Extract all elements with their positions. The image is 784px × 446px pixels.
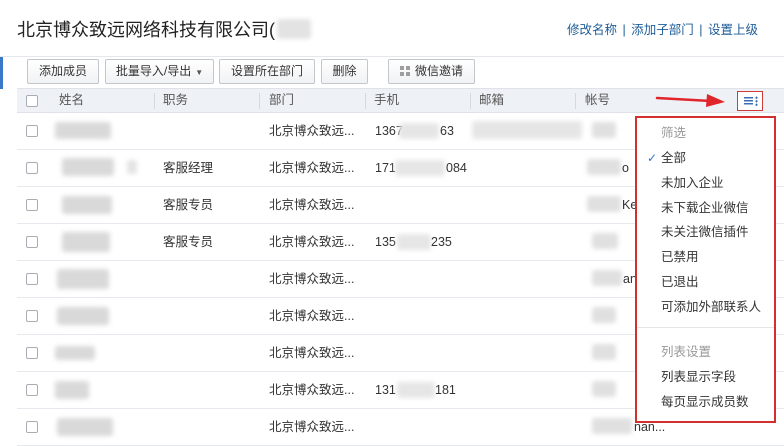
set-department-label: 设置所在部门 — [230, 64, 303, 78]
row-checkbox[interactable] — [26, 125, 38, 137]
cell-phone-suffix: 181 — [435, 383, 456, 397]
cell-department: 北京博众致远... — [269, 383, 355, 397]
list-display-fields[interactable]: 列表显示字段 — [661, 368, 736, 386]
batch-import-export-label: 批量导入/导出 — [115, 64, 192, 78]
redacted-account — [592, 270, 622, 286]
cell-department: 北京博众致远... — [269, 309, 355, 323]
cell-department: 北京博众致远... — [269, 346, 355, 360]
column-header-title[interactable]: 职务 — [163, 89, 188, 112]
list-settings-icon — [744, 97, 753, 105]
members-per-page[interactable]: 每页显示成员数 — [661, 393, 749, 411]
wechat-invite-button[interactable]: 微信邀请 — [388, 59, 475, 84]
row-checkbox[interactable] — [26, 384, 38, 396]
check-icon: ✓ — [647, 151, 658, 165]
column-header-name[interactable]: 姓名 — [59, 89, 84, 112]
cell-department: 北京博众致远... — [269, 161, 355, 175]
column-header-email[interactable]: 邮箱 — [479, 89, 504, 112]
add-member-button[interactable]: 添加成员 — [27, 59, 99, 84]
add-subdepartment-link[interactable]: 添加子部门 — [631, 23, 694, 37]
cell-department: 北京博众致远... — [269, 420, 355, 434]
redacted-name — [62, 232, 110, 252]
set-parent-link[interactable]: 设置上级 — [708, 23, 758, 37]
redacted-name — [62, 196, 112, 214]
row-checkbox[interactable] — [26, 421, 38, 433]
batch-import-export-button[interactable]: 批量导入/导出 ▼ — [105, 59, 214, 84]
filter-all[interactable]: 全部 — [661, 149, 686, 167]
row-checkbox[interactable] — [26, 199, 38, 211]
cell-department: 北京博众致远... — [269, 124, 355, 138]
cell-phone-suffix: 084 — [446, 161, 467, 175]
filter-not-following[interactable]: 未关注微信插件 — [661, 223, 749, 241]
dropdown-caret-icon: ▼ — [195, 68, 204, 77]
redacted-name — [57, 269, 109, 289]
row-checkbox[interactable] — [26, 310, 38, 322]
header-links: 修改名称 | 添加子部门 | 设置上级 — [567, 23, 758, 37]
list-settings-group-title: 列表设置 — [661, 345, 712, 359]
column-settings-button[interactable] — [737, 91, 763, 111]
cell-phone-suffix: 63 — [440, 124, 454, 138]
redacted-account — [587, 196, 621, 212]
rename-link[interactable]: 修改名称 — [567, 23, 617, 37]
company-name: 北京博众致远网络科技有限公司( — [17, 20, 275, 40]
column-settings-dropdown: 筛选 ✓ 全部 未加入企业 未下载企业微信 未关注微信插件 已禁用 已退出 可添… — [635, 116, 776, 423]
redacted-name — [55, 381, 89, 399]
cell-department: 北京博众致远... — [269, 272, 355, 286]
column-header-account[interactable]: 帐号 — [585, 89, 610, 112]
set-department-button[interactable]: 设置所在部门 — [219, 59, 315, 84]
cell-phone-prefix: 135 — [375, 235, 396, 249]
row-checkbox[interactable] — [26, 162, 38, 174]
cell-title: 客服专员 — [163, 198, 214, 212]
column-header-phone[interactable]: 手机 — [374, 89, 399, 112]
delete-button[interactable]: 删除 — [321, 59, 368, 84]
redacted-name — [57, 418, 113, 436]
redacted-account — [592, 418, 632, 434]
row-checkbox[interactable] — [26, 347, 38, 359]
redacted-name — [57, 307, 109, 325]
filter-can-add-external[interactable]: 可添加外部联系人 — [661, 298, 761, 316]
redacted-account — [592, 233, 618, 249]
qr-grid-icon — [399, 66, 410, 76]
redacted-account — [587, 159, 621, 175]
redacted-email — [472, 121, 582, 139]
filter-group-title: 筛选 — [661, 126, 687, 140]
annotation-arrow-icon — [655, 94, 725, 107]
cell-department: 北京博众致远... — [269, 198, 355, 212]
redacted-name — [55, 122, 111, 139]
redacted-account — [592, 344, 616, 360]
filter-disabled[interactable]: 已禁用 — [661, 248, 699, 266]
row-checkbox[interactable] — [26, 236, 38, 248]
cell-phone-prefix: 131 — [375, 383, 396, 397]
add-member-label: 添加成员 — [38, 64, 87, 78]
cell-phone-suffix: 235 — [431, 235, 452, 249]
wechat-invite-label: 微信邀请 — [414, 64, 463, 78]
toolbar: 添加成员 批量导入/导出 ▼ 设置所在部门 删除 微信邀请 — [0, 56, 784, 89]
select-all-checkbox[interactable] — [26, 95, 38, 107]
redacted-text — [277, 19, 311, 39]
dropdown-divider — [637, 327, 774, 328]
company-title: 北京博众致远网络科技有限公司( — [17, 16, 311, 42]
cell-account-suffix: o — [622, 161, 629, 175]
redacted-name — [55, 346, 95, 360]
cell-title: 客服经理 — [163, 161, 214, 175]
column-header-department[interactable]: 部门 — [269, 89, 294, 112]
redacted-name — [62, 158, 114, 176]
cell-phone-prefix: 171 — [375, 161, 396, 175]
filter-not-joined[interactable]: 未加入企业 — [661, 174, 724, 192]
delete-label: 删除 — [332, 64, 357, 78]
row-checkbox[interactable] — [26, 273, 38, 285]
filter-not-downloaded[interactable]: 未下载企业微信 — [661, 199, 749, 217]
cell-title: 客服专员 — [163, 235, 214, 249]
page-header: 北京博众致远网络科技有限公司( 修改名称 | 添加子部门 | 设置上级 — [0, 0, 784, 52]
redacted-account — [592, 122, 616, 138]
redacted-account — [592, 307, 616, 323]
filter-exited[interactable]: 已退出 — [661, 273, 699, 291]
redacted-account — [592, 381, 616, 397]
cell-department: 北京博众致远... — [269, 235, 355, 249]
